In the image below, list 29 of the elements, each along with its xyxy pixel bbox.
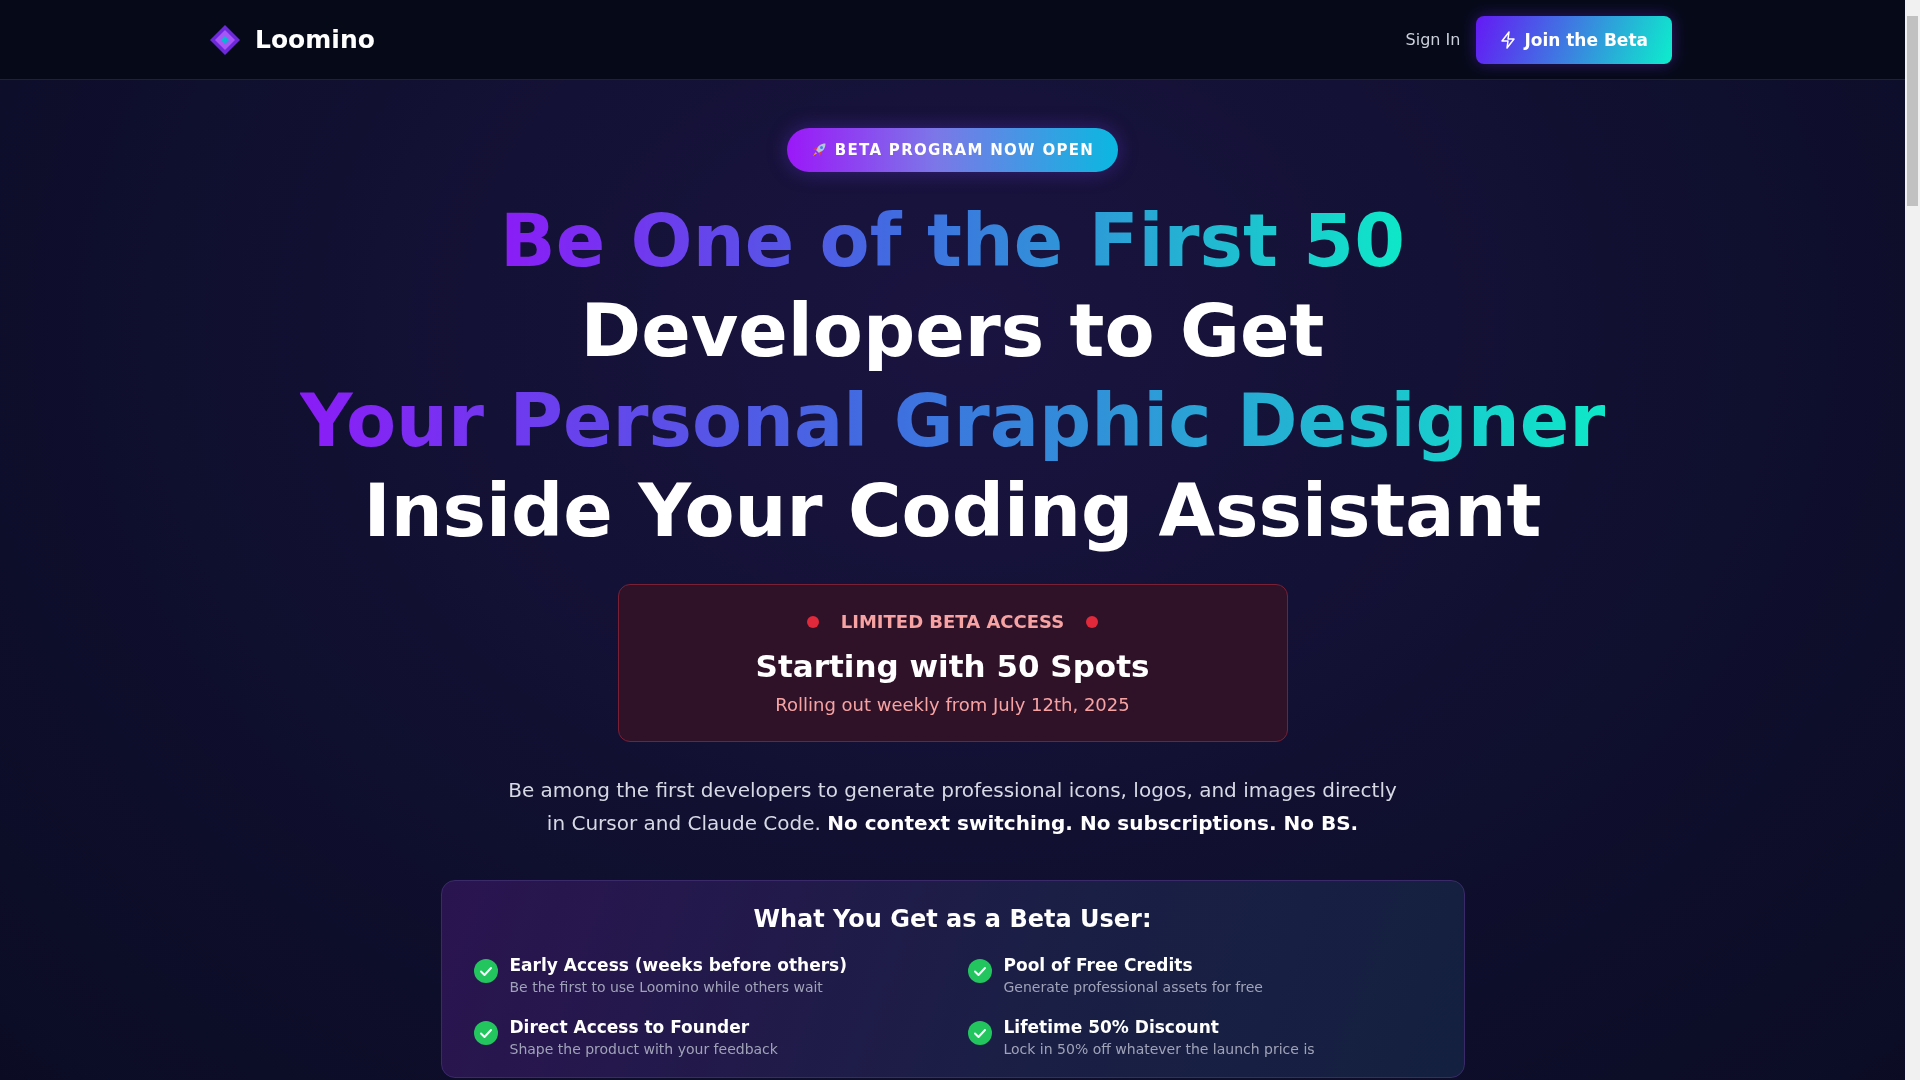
benefit-description: Generate professional assets for free [1003, 979, 1263, 995]
check-icon [967, 1021, 992, 1045]
join-beta-button[interactable]: Join the Beta [1476, 15, 1672, 64]
limited-access-label: LIMITED BETA ACCESS [840, 611, 1065, 632]
benefit-description: Shape the product with your feedback [509, 1041, 778, 1057]
check-icon [967, 959, 992, 983]
benefit-title: Direct Access to Founder [509, 1017, 751, 1037]
benefit-title: Pool of Free Credits [1003, 955, 1194, 975]
scrollbar[interactable] [1905, 0, 1920, 1080]
brand-name[interactable]: Loomino [255, 25, 375, 54]
intro-paragraph: Be among the first developers to generate professional icons, logos, and images directly in Cursor and Claude Code. No context switching. No subscriptions. No BS. [507, 777, 1398, 837]
check-icon [473, 1021, 498, 1045]
sign-in-link[interactable]: Sign In [1405, 30, 1461, 49]
benefits-heading: What You Get as a Beta User: [752, 905, 1153, 933]
dot-icon [1086, 615, 1099, 628]
rocket-icon [810, 142, 827, 158]
beta-program-badge: BETA PROGRAM NOW OPEN [786, 128, 1119, 172]
benefit-description: Lock in 50% off whatever the launch price is [1003, 1041, 1315, 1057]
rollout-date-text: Rolling out weekly from July 12th, 2025 [775, 694, 1130, 715]
headline-line: Developers to Get [580, 287, 1325, 375]
benefit-title: Early Access (weeks before others) [509, 955, 847, 975]
spots-heading: Starting with 50 Spots [755, 648, 1150, 684]
dot-icon [806, 615, 819, 628]
benefit-title: Lifetime 50% Discount [1003, 1017, 1220, 1037]
lightning-icon [1500, 30, 1517, 49]
headline-line: Inside Your Coding Assistant [363, 467, 1542, 555]
benefit-description: Be the first to use Loomino while others wait [509, 979, 824, 995]
check-icon [473, 959, 498, 983]
diamond-logo-icon [209, 23, 241, 56]
